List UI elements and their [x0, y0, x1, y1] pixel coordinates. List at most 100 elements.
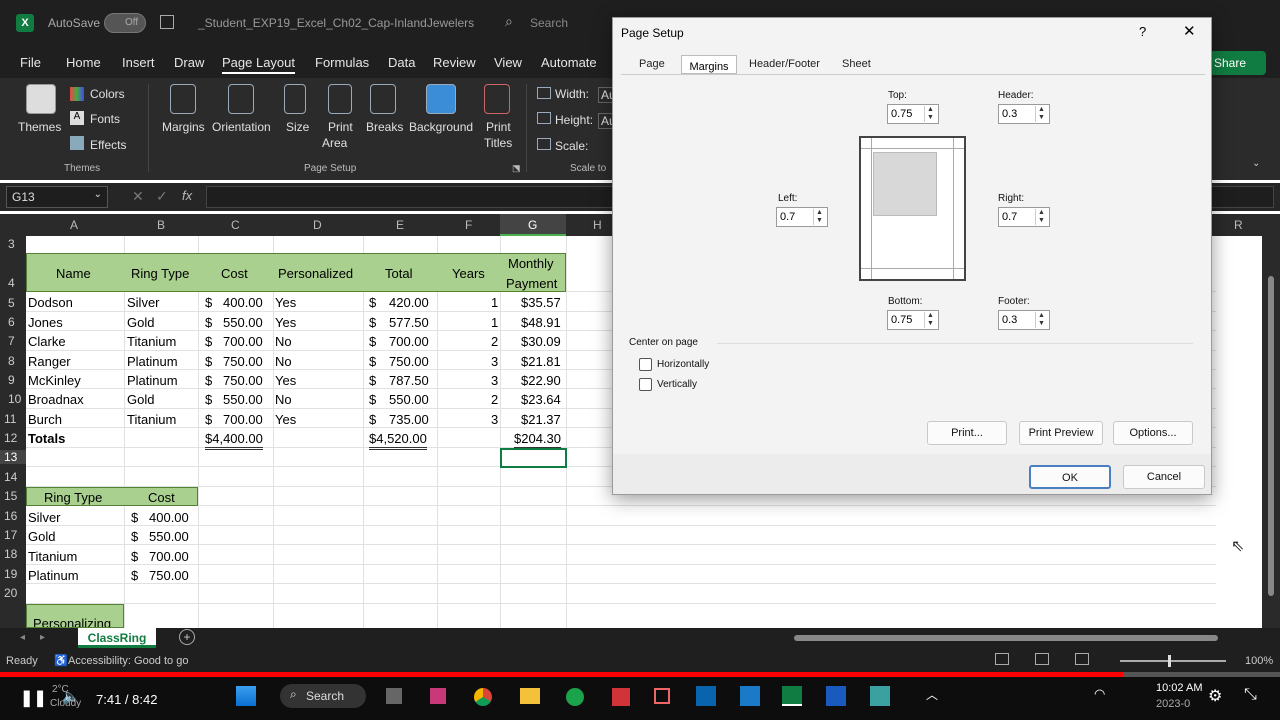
horizontal-scrollbar[interactable] — [790, 634, 1240, 642]
cell-payment[interactable]: $35.57 — [521, 295, 561, 310]
cell-cost[interactable]: 750.00 — [223, 354, 263, 369]
header-margin-input[interactable]: 0.3 ▲ ▼ — [998, 104, 1050, 124]
clock-date[interactable]: 2023-0 — [1156, 698, 1190, 710]
autosave-toggle[interactable]: Off — [104, 13, 146, 33]
spinner-arrows-icon[interactable]: ▲ ▼ — [924, 312, 936, 328]
save-icon[interactable] — [160, 15, 174, 29]
row-header[interactable]: 17 — [0, 528, 26, 542]
cancel-entry-icon[interactable]: ✕ — [132, 188, 144, 205]
print-button[interactable]: Print... — [927, 421, 1007, 445]
taskbar-app-icon[interactable] — [654, 688, 670, 704]
cell-cost[interactable]: 550.00 — [223, 392, 263, 407]
ribbon-collapse-icon[interactable]: ⌄ — [1252, 158, 1260, 169]
sheet-prev-icon[interactable]: ◂ — [20, 632, 25, 643]
totals-label[interactable]: Totals — [28, 431, 65, 446]
menu-file[interactable]: File — [20, 55, 41, 70]
tab-page[interactable]: Page — [639, 58, 665, 70]
spinner-arrows-icon[interactable]: ▲ ▼ — [924, 106, 936, 122]
header-name[interactable]: Name — [56, 266, 91, 281]
cell-cost-symbol[interactable]: $ — [205, 412, 212, 427]
tray-chevron-icon[interactable]: ︿ — [926, 686, 938, 703]
cell-cost[interactable]: 700.00 — [223, 334, 263, 349]
ok-button[interactable]: OK — [1029, 465, 1111, 489]
cell-payment[interactable]: $48.91 — [521, 315, 561, 330]
table2-header-cost[interactable]: Cost — [148, 490, 175, 505]
col-header-f[interactable]: F — [465, 218, 472, 232]
scrollbar-thumb[interactable] — [1268, 276, 1274, 596]
col-header-b[interactable]: B — [157, 218, 165, 232]
background-icon[interactable] — [426, 84, 456, 114]
cell-name[interactable]: Broadnax — [28, 392, 84, 407]
dialog-launcher-icon[interactable]: ⬔ — [512, 163, 521, 174]
header-monthly[interactable]: Monthly — [508, 256, 554, 271]
table2-cost-symbol[interactable]: $ — [131, 510, 138, 525]
page-break-view-icon[interactable] — [1075, 653, 1089, 665]
word-taskbar-icon[interactable] — [826, 686, 846, 706]
cell-ring-type[interactable]: Platinum — [127, 373, 178, 388]
cell-name[interactable]: Clarke — [28, 334, 66, 349]
taskbar-app-icon[interactable] — [566, 688, 584, 706]
table2-ring-type[interactable]: Gold — [28, 529, 55, 544]
breaks-button[interactable]: Breaks — [366, 120, 403, 134]
col-header-h[interactable]: H — [593, 218, 602, 232]
cell-years[interactable]: 2 — [491, 392, 498, 407]
confirm-entry-icon[interactable]: ✓ — [156, 188, 168, 205]
menu-insert[interactable]: Insert — [122, 55, 155, 70]
bottom-margin-input[interactable]: 0.75 ▲ ▼ — [887, 310, 939, 330]
table2-cost-symbol[interactable]: $ — [131, 549, 138, 564]
header-personalized[interactable]: Personalized — [278, 266, 353, 281]
print-preview-button[interactable]: Print Preview — [1019, 421, 1103, 445]
cell-personalized[interactable]: No — [275, 392, 292, 407]
row-header[interactable]: 16 — [0, 509, 26, 523]
cell-total[interactable]: 577.50 — [389, 315, 429, 330]
tab-header-footer[interactable]: Header/Footer — [749, 58, 820, 70]
cell-ring-type[interactable]: Titanium — [127, 334, 176, 349]
cell-total[interactable]: 700.00 — [389, 334, 429, 349]
tab-margins-selected[interactable]: Margins — [681, 55, 737, 74]
cell-payment[interactable]: $30.09 — [521, 334, 561, 349]
personalizing-header[interactable]: Personalizing — [26, 604, 124, 628]
right-margin-input[interactable]: 0.7 ▲ ▼ — [998, 207, 1050, 227]
options-button[interactable]: Options... — [1113, 421, 1193, 445]
cell-years[interactable]: 3 — [491, 373, 498, 388]
cell-ring-type[interactable]: Silver — [127, 295, 160, 310]
insert-function-icon[interactable]: fx — [182, 188, 192, 203]
menu-review[interactable]: Review — [433, 55, 476, 70]
title-search[interactable]: Search — [530, 16, 568, 30]
col-header-g-selected[interactable]: G — [500, 214, 566, 236]
orientation-icon[interactable] — [228, 84, 254, 114]
margins-icon[interactable] — [170, 84, 196, 114]
hscroll-thumb[interactable] — [794, 635, 1218, 641]
vertically-checkbox[interactable] — [639, 378, 652, 391]
file-explorer-icon[interactable] — [520, 688, 540, 704]
clock-time[interactable]: 10:02 AM — [1156, 682, 1202, 694]
cell-cost-symbol[interactable]: $ — [205, 373, 212, 388]
cell-total-symbol[interactable]: $ — [369, 334, 376, 349]
header-cost[interactable]: Cost — [221, 266, 248, 281]
cell-payment[interactable]: $21.37 — [521, 412, 561, 427]
cell-total-symbol[interactable]: $ — [369, 295, 376, 310]
cell-cost-symbol[interactable]: $ — [205, 295, 212, 310]
tab-sheet[interactable]: Sheet — [842, 58, 871, 70]
menu-automate[interactable]: Automate — [541, 55, 597, 70]
cell-ring-type[interactable]: Gold — [127, 392, 154, 407]
size-button[interactable]: Size — [286, 120, 309, 134]
cell-personalized[interactable]: Yes — [275, 315, 296, 330]
table2-ring-type[interactable]: Platinum — [28, 568, 79, 583]
row-header[interactable]: 8 — [0, 354, 26, 368]
cell-cost[interactable]: 400.00 — [223, 295, 263, 310]
size-icon[interactable] — [284, 84, 306, 114]
pause-icon[interactable]: ❚❚ — [20, 688, 47, 708]
row-header[interactable]: 12 — [0, 431, 26, 445]
taskbar-app-icon[interactable] — [386, 688, 402, 704]
cell-total-symbol[interactable]: $ — [369, 315, 376, 330]
header-payment[interactable]: Payment — [506, 276, 557, 291]
effects-button[interactable]: Effects — [90, 138, 126, 152]
top-margin-input[interactable]: 0.75 ▲ ▼ — [887, 104, 939, 124]
footer-margin-input[interactable]: 0.3 ▲ ▼ — [998, 310, 1050, 330]
horizontally-checkbox[interactable] — [639, 358, 652, 371]
sheet-next-icon[interactable]: ▸ — [40, 632, 45, 643]
spinner-arrows-icon[interactable]: ▲ ▼ — [1035, 312, 1047, 328]
table2-cost-symbol[interactable]: $ — [131, 529, 138, 544]
settings-icon[interactable]: ⚙ — [1208, 686, 1222, 706]
